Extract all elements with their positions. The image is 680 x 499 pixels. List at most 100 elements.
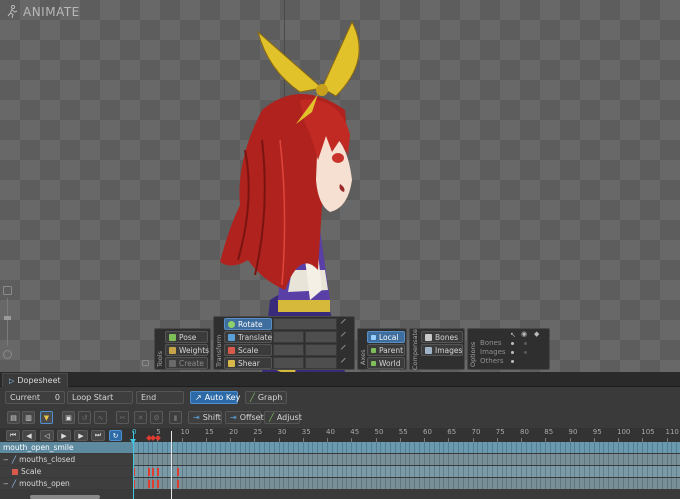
dopesheet-row[interactable]: − ╱ mouths_closed <box>0 454 680 465</box>
row-track[interactable] <box>133 454 680 465</box>
zoom-fit-icon[interactable] <box>3 286 12 295</box>
tab-dopesheet[interactable]: ▷ Dopesheet <box>2 373 68 387</box>
keyframe[interactable] <box>176 480 179 488</box>
last-frame-icon[interactable]: ⏭ <box>91 430 105 441</box>
frame-cell-line <box>627 478 629 489</box>
translate-edit-icon[interactable] <box>340 331 350 341</box>
zoom-track[interactable] <box>7 298 8 346</box>
axes-parent-button[interactable]: Parent <box>367 344 405 356</box>
keyframe[interactable] <box>147 468 150 476</box>
scale-x-field[interactable] <box>273 344 304 356</box>
timeline-ruler[interactable]: 0 5 10 15 20 25 30 35 40 45 50 55 60 65 70 75 80 85 90 95 10… <box>132 428 680 442</box>
lock-keys-icon[interactable]: ▣ <box>62 411 75 424</box>
translate-button[interactable]: Translate <box>224 331 272 343</box>
row-label[interactable]: − ╱ mouths_open <box>0 478 133 489</box>
play-reverse-icon[interactable]: ◁ <box>40 430 54 441</box>
copy-key-icon[interactable]: ▥ <box>22 411 35 424</box>
dopesheet-row[interactable]: − ╱ mouths_open <box>0 478 680 489</box>
frame-cell-line <box>390 454 392 465</box>
keyframe[interactable] <box>157 480 160 488</box>
playhead-marker-icon[interactable] <box>130 439 136 444</box>
keyframe[interactable] <box>152 480 155 488</box>
loop-icon[interactable]: ↺ <box>78 411 91 424</box>
dopesheet-row[interactable]: mouth_open_smile <box>0 442 680 453</box>
collapse-icon[interactable]: − <box>3 480 9 488</box>
frame-cell-line <box>346 454 348 465</box>
keyframe[interactable] <box>147 480 150 488</box>
graph-button[interactable]: ╱ Graph <box>245 391 287 404</box>
row-label[interactable]: Scale <box>0 466 133 477</box>
shear-button[interactable]: Shear <box>224 357 272 369</box>
lock-icon[interactable] <box>142 360 149 366</box>
curve-icon[interactable]: ∿ <box>94 411 107 424</box>
play-icon[interactable]: ▶ <box>57 430 71 441</box>
settings-icon[interactable]: ⚙ <box>150 411 163 424</box>
keyframe[interactable] <box>152 468 155 476</box>
rotate-button[interactable]: Rotate <box>224 318 272 330</box>
weights-button[interactable]: Weights <box>165 344 209 356</box>
shear-edit-icon[interactable] <box>340 357 350 367</box>
compensate-images-button[interactable]: Images <box>421 344 463 356</box>
adjust-button[interactable]: ╱ Adjust <box>264 411 302 424</box>
shear-y-field[interactable] <box>305 357 337 369</box>
collapse-icon[interactable]: − <box>3 456 9 464</box>
loop-start-field[interactable]: Loop Start <box>67 391 133 404</box>
scale-edit-icon[interactable] <box>340 344 350 354</box>
compensate-panel: Compensate Bones Images <box>409 328 465 370</box>
shear-x-field[interactable] <box>273 357 304 369</box>
frame-cell-line <box>424 478 425 489</box>
frame-cell-line <box>584 442 586 453</box>
translate-y-field[interactable] <box>305 331 337 343</box>
axes-world-button[interactable]: World <box>367 357 405 369</box>
frame-cell-line <box>137 442 139 453</box>
keyframe[interactable] <box>157 468 160 476</box>
translate-x-field[interactable] <box>273 331 304 343</box>
ruler-key-marker[interactable] <box>155 435 162 441</box>
zoom-slider[interactable] <box>3 286 13 366</box>
zoom-search-icon[interactable] <box>3 350 12 359</box>
shift-button[interactable]: ⇥ Shift <box>188 411 222 424</box>
compensate-bones-button[interactable]: Bones <box>421 331 463 343</box>
row-label[interactable]: − ╱ mouths_closed <box>0 454 133 465</box>
row-track[interactable] <box>133 442 680 453</box>
bones-visible-toggle[interactable] <box>511 342 514 345</box>
frame-cell-line <box>341 478 343 489</box>
keyframe[interactable] <box>176 468 179 476</box>
scale-y-field[interactable] <box>305 344 337 356</box>
new-key-icon[interactable]: ▤ <box>7 411 20 424</box>
rotate-edit-icon[interactable] <box>340 318 350 328</box>
frame-cell-line <box>370 454 372 465</box>
row-label[interactable]: mouth_open_smile <box>0 442 133 453</box>
bones-name-toggle[interactable] <box>524 342 527 345</box>
frame-cell-line <box>249 454 251 465</box>
horizontal-scrollbar[interactable] <box>30 495 100 499</box>
cut-icon[interactable]: ✂ <box>116 411 129 424</box>
trash-icon[interactable]: ▮ <box>169 411 182 424</box>
frame-cell-line <box>554 478 556 489</box>
offset-button[interactable]: ⇥ Offset <box>225 411 264 424</box>
next-key-icon[interactable]: ▶ <box>74 430 88 441</box>
dopesheet-row[interactable]: Scale <box>0 466 680 477</box>
scale-button[interactable]: Scale <box>224 344 272 356</box>
prev-key-icon[interactable]: ◀ <box>22 430 36 441</box>
others-visible-toggle[interactable] <box>511 360 514 363</box>
images-visible-toggle[interactable] <box>511 351 514 354</box>
current-frame-field[interactable]: Current 0 <box>5 391 65 404</box>
pose-button[interactable]: Pose <box>165 331 208 343</box>
loop-playback-icon[interactable]: ↻ <box>109 430 122 441</box>
auto-key-button[interactable]: ↗ Auto Key <box>190 391 240 404</box>
rotate-value-field[interactable] <box>273 318 337 330</box>
row-track[interactable] <box>133 478 680 489</box>
end-field[interactable]: End <box>136 391 184 404</box>
axes-local-button[interactable]: Local <box>367 331 405 343</box>
create-button[interactable]: Create <box>165 357 208 369</box>
frame-cell-line <box>200 478 202 489</box>
animation-viewport[interactable]: ANIMATE Tools Pose Weights Create Transf… <box>0 0 680 372</box>
images-name-toggle[interactable] <box>524 351 527 354</box>
first-frame-icon[interactable]: ⏮ <box>6 430 20 441</box>
zoom-knob[interactable] <box>4 316 11 320</box>
frame-cell-line <box>472 454 474 465</box>
delete-key-icon[interactable]: ✕ <box>134 411 147 424</box>
filter-icon[interactable]: ▼ <box>40 411 53 424</box>
row-track[interactable] <box>133 466 680 477</box>
